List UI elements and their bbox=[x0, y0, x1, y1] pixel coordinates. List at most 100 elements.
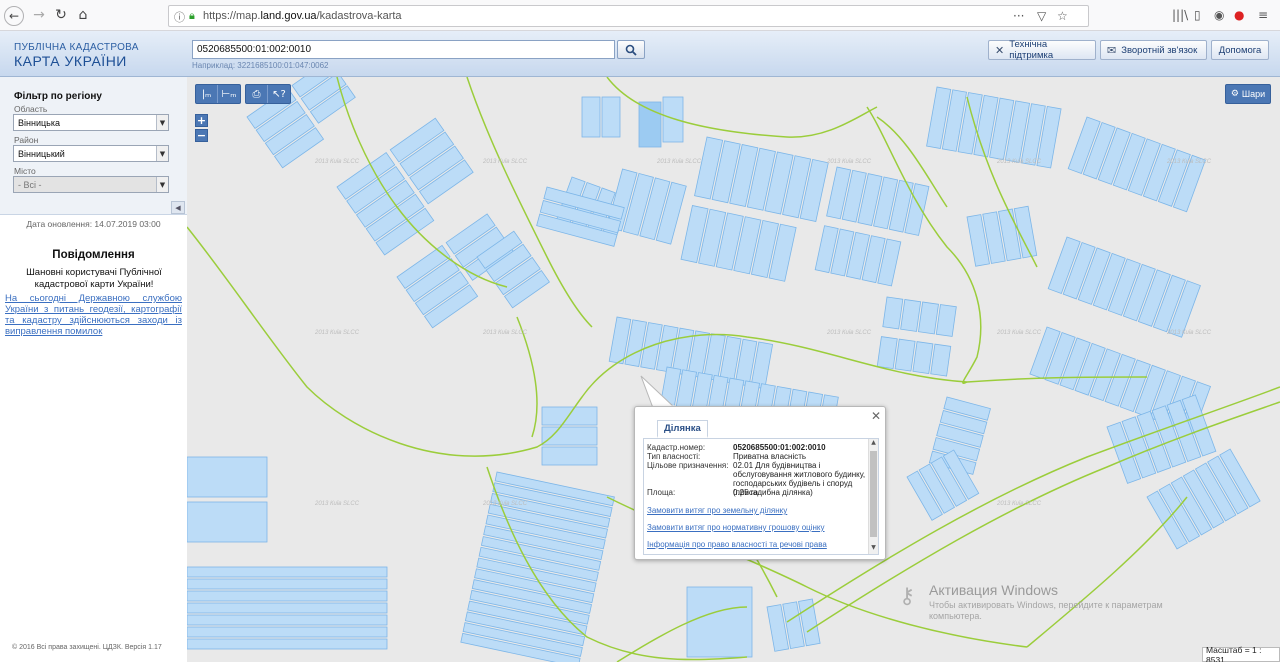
windows-activation-title: Активация Windows bbox=[929, 582, 1059, 598]
watermark: 2013 Київ SLCC bbox=[483, 501, 528, 507]
url-text[interactable]: https://map.land.gov.ua/kadastrova-karta bbox=[203, 10, 402, 22]
browser-toolbar: ← → ↻ ⌂ ⓘ 🔒︎ https://map.land.gov.ua/kad… bbox=[0, 0, 1280, 31]
watermark: 2013 Київ SLCC bbox=[997, 501, 1042, 507]
watermark: 2013 Київ SLCC bbox=[315, 159, 360, 165]
footer-copyright: © 2016 Всі права захищені. ЦДЗК. Версія … bbox=[12, 644, 162, 651]
ownership-value: Приватна власність bbox=[733, 452, 807, 461]
account-icon[interactable]: ◉ bbox=[1214, 8, 1224, 22]
search-button[interactable] bbox=[617, 40, 645, 59]
library-icon[interactable]: |||\ bbox=[1172, 8, 1188, 22]
notice-title: Повідомлення bbox=[52, 249, 135, 261]
address-bar[interactable]: ⓘ 🔒︎ https://map.land.gov.ua/kadastrova-… bbox=[168, 5, 1089, 27]
scale-label: Масштаб = 1 : 8531 bbox=[1206, 644, 1262, 662]
order-valuation-extract-link[interactable]: Замовити витяг про нормативну грошову оц… bbox=[647, 523, 825, 532]
chevron-down-icon: ▼ bbox=[156, 115, 168, 130]
collapse-sidebar-icon[interactable]: ◀ bbox=[171, 201, 185, 214]
district-label: Район bbox=[14, 135, 39, 145]
region-label: Область bbox=[14, 104, 48, 114]
city-label: Місто bbox=[14, 166, 36, 176]
url-domain: land.gov.ua bbox=[260, 10, 317, 22]
watermark: 2013 Київ SLCC bbox=[827, 159, 872, 165]
home-icon[interactable]: ⌂ bbox=[72, 4, 94, 26]
ruler-area-icon[interactable]: ⊢ₘ bbox=[218, 85, 240, 103]
watermark: 2013 Київ SLCC bbox=[827, 330, 872, 336]
tab-parcel[interactable]: Ділянка bbox=[657, 420, 708, 438]
key-icon: ⚷ bbox=[899, 584, 916, 609]
forward-arrow-icon[interactable]: → bbox=[28, 4, 50, 26]
reload-icon[interactable]: ↻ bbox=[50, 4, 72, 26]
help-label: Допомога bbox=[1218, 44, 1262, 56]
watermark: 2013 Київ SLCC bbox=[657, 159, 702, 165]
pocket-icon[interactable]: ▽ bbox=[1037, 9, 1046, 23]
popup-scrollbar[interactable]: ▲ ▼ bbox=[868, 439, 878, 554]
notice-link[interactable]: На сьогодні Державною службою України з … bbox=[5, 293, 182, 337]
purpose-row: Цільове призначення: 02.01 Для будівництв… bbox=[647, 461, 869, 497]
scroll-down-icon[interactable]: ▼ bbox=[869, 544, 878, 554]
district-value: Вінницький bbox=[18, 149, 65, 159]
sidebar-icon[interactable]: ▯ bbox=[1194, 8, 1201, 22]
order-parcel-extract-link[interactable]: Замовити витяг про земельну ділянку bbox=[647, 506, 787, 515]
close-icon[interactable]: ✕ bbox=[871, 409, 881, 423]
watermark: 2013 Київ SLCC bbox=[483, 330, 528, 336]
watermark: 2013 Київ SLCC bbox=[315, 501, 360, 507]
identify-cursor-icon[interactable]: ↖? bbox=[268, 85, 290, 103]
city-value: - Всі - bbox=[18, 180, 42, 190]
sidebar: Фільтр по регіону Область Вінницька ▼ Рай… bbox=[0, 77, 187, 662]
gear-icon: ⚙ bbox=[1230, 89, 1239, 99]
parcel-popup: ✕ Ділянка Кадастр.номер: 0520685500:01:00… bbox=[634, 406, 886, 560]
lock-icon: 🔒︎ bbox=[189, 9, 195, 22]
popup-body: Кадастр.номер: 0520685500:01:002:0010 Тип… bbox=[643, 438, 879, 555]
purpose-label: Цільове призначення: bbox=[647, 461, 729, 470]
windows-activation-text: Чтобы активировать Windows, перейдите к … bbox=[929, 600, 1163, 621]
bookmark-star-icon[interactable]: ☆ bbox=[1057, 9, 1068, 23]
map-misc-tools: ⎙ ↖? bbox=[245, 84, 291, 104]
update-date: Дата оновлення: 14.07.2019 03:00 bbox=[26, 219, 161, 229]
area-label: Площа: bbox=[647, 488, 676, 497]
filter-title: Фільтр по регіону bbox=[14, 91, 102, 102]
layers-button[interactable]: ⚙ Шари bbox=[1225, 84, 1271, 104]
addon-icon[interactable]: ● bbox=[1234, 8, 1244, 22]
region-filter-panel: Фільтр по регіону Область Вінницька ▼ Рай… bbox=[0, 77, 187, 215]
watermark: 2013 Київ SLCC bbox=[1167, 159, 1212, 165]
watermark: 2013 Київ SLCC bbox=[315, 330, 360, 336]
layers-label: Шари bbox=[1241, 89, 1266, 99]
cadastral-search-input[interactable] bbox=[192, 40, 615, 59]
url-path: /kadastrova-karta bbox=[316, 10, 402, 22]
windows-activation-notice: ⚷ Активация Windows Чтобы активировать W… bbox=[899, 582, 1209, 622]
map-measure-tools: |ₘ ⊢ₘ bbox=[195, 84, 241, 104]
info-icon[interactable]: ⓘ bbox=[174, 9, 185, 25]
more-actions-icon[interactable]: ··· bbox=[1013, 9, 1024, 23]
watermark: 2013 Київ SLCC bbox=[997, 159, 1042, 165]
print-icon[interactable]: ⎙ bbox=[246, 85, 268, 103]
cadastral-value: 0520685500:01:002:0010 bbox=[733, 443, 826, 452]
url-prefix: https://map. bbox=[203, 10, 261, 22]
watermark: 2013 Київ SLCC bbox=[1167, 330, 1212, 336]
ruler-length-icon[interactable]: |ₘ bbox=[196, 85, 218, 103]
city-select: - Всі - ▼ bbox=[13, 176, 169, 193]
district-select[interactable]: Вінницький ▼ bbox=[13, 145, 169, 162]
search-example: Наприклад: 3221685100:01:047:0062 bbox=[192, 61, 329, 70]
tools-icon: ✕ bbox=[995, 43, 1005, 57]
scroll-thumb[interactable] bbox=[870, 451, 877, 537]
region-select[interactable]: Вінницька ▼ bbox=[13, 114, 169, 131]
scroll-up-icon[interactable]: ▲ bbox=[869, 439, 878, 449]
support-button[interactable]: ✕ Технічна підтримка bbox=[988, 39, 1096, 61]
chevron-down-icon: ▼ bbox=[156, 146, 168, 161]
app-header: ПУБЛІЧНА КАДАСТРОВА КАРТА УКРАЇНИ Наприк… bbox=[0, 31, 1280, 77]
zoom-out-button[interactable]: − bbox=[195, 129, 208, 142]
mail-icon: ✉ bbox=[1107, 43, 1117, 57]
brand-title-top: ПУБЛІЧНА КАДАСТРОВА bbox=[14, 42, 139, 53]
ownership-info-link[interactable]: Інформація про право власності та речові… bbox=[647, 540, 827, 549]
menu-icon[interactable]: ≡ bbox=[1258, 8, 1268, 22]
cadastral-map[interactable]: |ₘ ⊢ₘ ⎙ ↖? + − ⚙ Шари 2013 Київ SLCC 2013… bbox=[187, 77, 1280, 662]
region-value: Вінницька bbox=[18, 118, 60, 128]
search-icon bbox=[625, 44, 637, 56]
watermark: 2013 Київ SLCC bbox=[997, 330, 1042, 336]
feedback-button[interactable]: ✉ Зворотній зв'язок bbox=[1100, 40, 1207, 60]
help-button[interactable]: Допомога bbox=[1211, 40, 1269, 60]
feedback-label: Зворотній зв'язок bbox=[1121, 44, 1198, 56]
area-value: 0.25 га bbox=[733, 488, 758, 497]
zoom-in-button[interactable]: + bbox=[195, 114, 208, 127]
back-arrow-icon[interactable]: ← bbox=[4, 6, 24, 26]
scale-indicator: Масштаб = 1 : 8531 bbox=[1202, 644, 1280, 662]
